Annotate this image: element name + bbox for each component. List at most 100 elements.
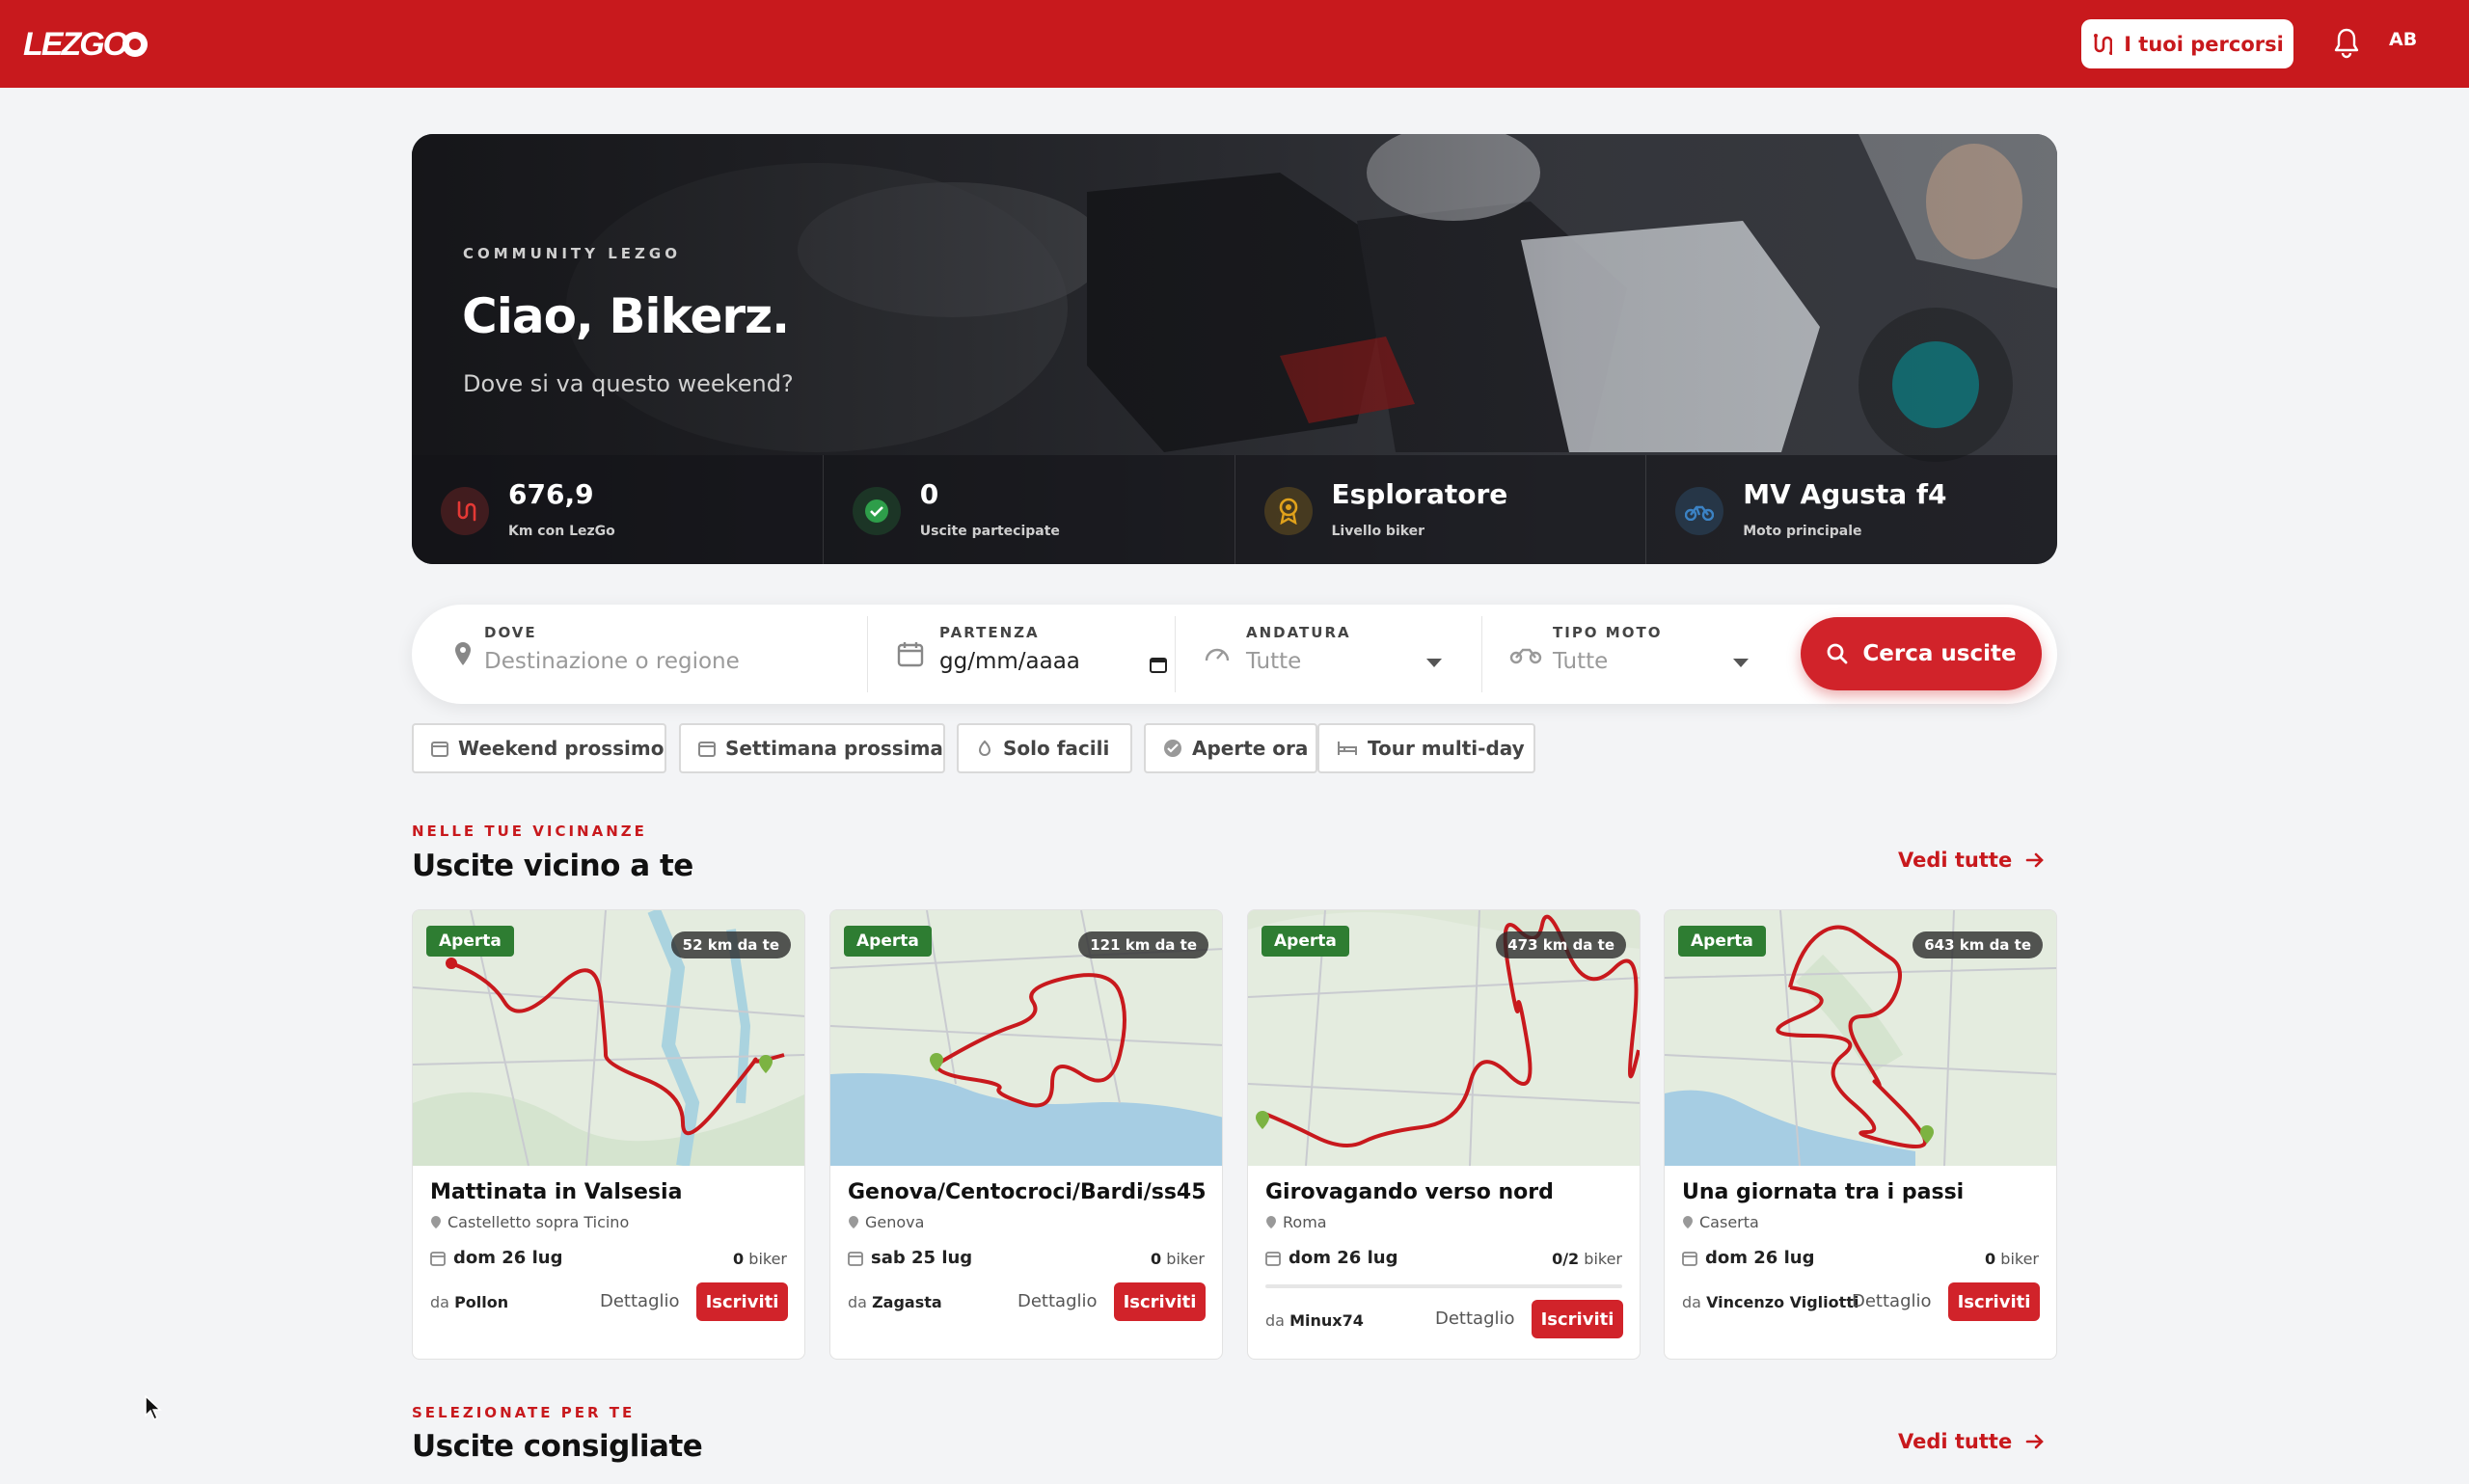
calendar-icon — [698, 742, 716, 757]
nearby-title: Uscite vicino a te — [412, 849, 693, 883]
status-badge: Aperta — [1262, 926, 1349, 957]
nearby-see-all-link[interactable]: Vedi tutte — [1898, 849, 2045, 872]
bell-icon[interactable] — [2332, 27, 2361, 60]
departure-label: PARTENZA — [939, 624, 1040, 641]
chevron-down-icon — [1426, 659, 1442, 667]
distance-badge: 473 km da te — [1496, 931, 1626, 958]
ride-card[interactable]: Aperta 643 km da te Una giornata tra i p… — [1664, 909, 2057, 1360]
ride-card[interactable]: Aperta 473 km da te Girovagando verso no… — [1247, 909, 1641, 1360]
motorcycle-icon — [1509, 648, 1542, 664]
map-pin-icon — [431, 1216, 441, 1228]
calendar-icon — [848, 1251, 863, 1266]
lezgo-logo[interactable]: LEZGO — [23, 25, 149, 64]
chip-easy-only[interactable]: Solo facili — [957, 723, 1132, 773]
join-button[interactable]: Iscriviti — [1532, 1300, 1623, 1338]
map-pin-icon — [1683, 1216, 1693, 1228]
detail-link[interactable]: Dettaglio — [1017, 1291, 1098, 1311]
date-picker-icon[interactable] — [1149, 655, 1168, 674]
stat-rides: 0 Uscite partecipate — [824, 455, 1235, 564]
calendar-icon — [431, 742, 448, 757]
map-pin-icon — [849, 1216, 858, 1228]
arrow-right-icon — [2025, 852, 2045, 868]
stat-bike: MV Agusta f4 Moto principale — [1646, 455, 2057, 564]
search-icon — [1828, 643, 1848, 664]
detail-link[interactable]: Dettaglio — [1852, 1291, 1932, 1311]
stat-value: Esploratore — [1331, 478, 1508, 510]
chip-multi-day[interactable]: Tour multi-day — [1317, 723, 1535, 773]
where-field[interactable]: DOVE Destinazione o regione — [412, 605, 865, 704]
card-location: Caserta — [1682, 1213, 1759, 1231]
bikers-count: 0 biker — [1151, 1250, 1205, 1268]
my-routes-button[interactable]: I tuoi percorsi — [2081, 19, 2293, 68]
date-text: dom 26 lug — [1705, 1248, 1815, 1268]
arrow-right-icon — [2025, 1434, 2045, 1449]
chip-next-week[interactable]: Settimana prossima — [679, 723, 945, 773]
location-text: Caserta — [1699, 1213, 1759, 1231]
search-bar: DOVE Destinazione o regione PARTENZA gg/… — [412, 605, 2057, 704]
see-all-label: Vedi tutte — [1898, 1430, 2013, 1453]
bike-type-value: Tutte — [1553, 649, 1609, 674]
status-badge: Aperta — [844, 926, 932, 957]
distance-badge: 121 km da te — [1078, 931, 1208, 958]
hero-kicker: COMMUNITY LEZGO — [463, 245, 681, 262]
bike-type-select[interactable]: TIPO MOTO Tutte — [1482, 605, 1781, 704]
user-avatar[interactable]: AB — [2389, 29, 2417, 50]
departure-field[interactable]: PARTENZA gg/mm/aaaa — [868, 605, 1175, 704]
stats-bar: 676,9 Km con LezGo 0 Uscite partecipate … — [412, 455, 2057, 564]
ride-card[interactable]: Aperta 121 km da te Genova/Centocroci/Ba… — [829, 909, 1223, 1360]
join-button[interactable]: Iscriviti — [1948, 1282, 2040, 1321]
pace-select[interactable]: ANDATURA Tutte — [1176, 605, 1481, 704]
stat-value: 0 — [919, 478, 939, 510]
chip-label: Solo facili — [1003, 737, 1110, 760]
detail-link[interactable]: Dettaglio — [1435, 1309, 1515, 1329]
card-title[interactable]: Genova/Centocroci/Bardi/ss45 — [848, 1180, 1207, 1204]
map-pin-icon — [455, 642, 471, 665]
card-date: sab 25 lug — [848, 1248, 972, 1268]
my-routes-label: I tuoi percorsi — [2124, 32, 2284, 56]
bikers-count: 0/2 biker — [1552, 1250, 1622, 1268]
recommended-see-all-link[interactable]: Vedi tutte — [1898, 1430, 2045, 1453]
gauge-icon — [1205, 648, 1230, 661]
distance-badge: 52 km da te — [670, 931, 791, 958]
chip-label: Aperte ora — [1192, 737, 1309, 760]
route-icon — [441, 487, 489, 535]
status-badge: Aperta — [426, 926, 514, 957]
card-date: dom 26 lug — [1682, 1248, 1814, 1268]
bed-icon — [1338, 742, 1357, 755]
date-text: dom 26 lug — [453, 1248, 563, 1268]
see-all-label: Vedi tutte — [1898, 849, 2013, 872]
ride-card[interactable]: Aperta 52 km da te Mattinata in Valsesia… — [412, 909, 805, 1360]
hero-title: Ciao, Bikerz. — [462, 288, 790, 344]
detail-link[interactable]: Dettaglio — [600, 1291, 680, 1311]
chevron-down-icon — [1733, 659, 1749, 667]
chip-next-weekend[interactable]: Weekend prossimo — [412, 723, 666, 773]
join-button[interactable]: Iscriviti — [1114, 1282, 1206, 1321]
nearby-kicker: NELLE TUE VICINANZE — [412, 823, 647, 840]
card-title[interactable]: Una giornata tra i passi — [1682, 1180, 1964, 1204]
calendar-icon — [1265, 1251, 1281, 1266]
bikers-count: 0 biker — [1985, 1250, 2039, 1268]
chip-open-now[interactable]: Aperte ora — [1144, 723, 1317, 773]
card-title[interactable]: Mattinata in Valsesia — [430, 1180, 682, 1204]
status-badge: Aperta — [1678, 926, 1766, 957]
motorcycle-icon — [1675, 487, 1724, 535]
where-input[interactable]: Destinazione o regione — [484, 649, 740, 674]
organizer: da Minux74 — [1265, 1311, 1364, 1330]
stat-label: Livello biker — [1331, 524, 1425, 539]
route-icon — [2094, 33, 2113, 55]
chip-label: Tour multi-day — [1368, 737, 1525, 760]
location-text: Genova — [865, 1213, 925, 1231]
departure-input[interactable]: gg/mm/aaaa — [939, 649, 1080, 674]
search-rides-button[interactable]: Cerca uscite — [1801, 617, 2042, 690]
logo-badge-icon — [122, 32, 149, 57]
organizer: da Vincenzo Vigliotti — [1682, 1293, 1859, 1311]
stat-label: Uscite partecipate — [919, 524, 1060, 539]
stat-value: 676,9 — [508, 478, 594, 510]
calendar-icon — [897, 642, 924, 667]
organizer: da Pollon — [430, 1293, 509, 1311]
date-text: sab 25 lug — [871, 1248, 973, 1268]
card-title[interactable]: Girovagando verso nord — [1265, 1180, 1554, 1204]
join-button[interactable]: Iscriviti — [696, 1282, 788, 1321]
calendar-icon — [1682, 1251, 1697, 1266]
bike-type-label: TIPO MOTO — [1553, 624, 1663, 641]
